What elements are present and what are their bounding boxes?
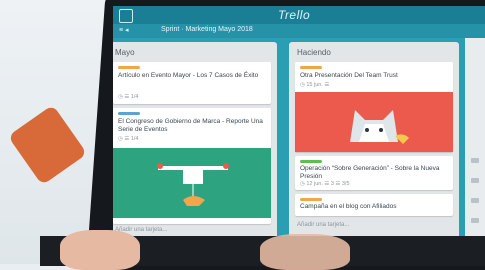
card-label [300,160,322,163]
card-title: El Congreso de Gobierno de Marca - Repor… [118,118,263,133]
app-logo: Trello [278,8,311,22]
card[interactable]: Artículo en Evento Mayor - Los 7 Casos d… [113,62,271,104]
card-title: Operación “Sobre Generación” - Sobre la … [300,165,440,180]
card-meta: ◷ ☰ 1/4 [118,136,139,142]
board-menu-strip [465,38,485,246]
list-haciendo: Haciendo Otra Presentación Del Team Trus… [289,42,459,242]
card[interactable]: Operación “Sobre Generación” - Sobre la … [295,156,453,190]
card-label [300,198,322,201]
hand-left [60,230,140,270]
card[interactable]: Campaña en el blog con Afiliados [295,194,453,216]
list-title[interactable]: Mayo [115,48,135,57]
card-label [118,112,140,115]
boards-menu-icon[interactable] [119,9,133,23]
card-title: Artículo en Evento Mayor - Los 7 Casos d… [118,72,259,79]
top-bar: Trello [113,6,485,24]
card-cover-image [295,92,453,152]
list-title[interactable]: Haciendo [297,48,331,57]
board-header: ≡ ◂ Sprint · Marketing Mayo 2018 [113,24,485,38]
card-title: Otra Presentación Del Team Trust [300,72,398,79]
add-card-link[interactable]: Añadir una tarjeta... [297,222,349,228]
card-label [300,66,322,69]
card-cover-image [113,148,271,218]
card[interactable]: Otra Presentación Del Team Trust ◷ 15 ju… [295,62,453,152]
card[interactable]: El Congreso de Gobierno de Marca - Repor… [113,108,271,224]
list-mayo: Mayo Artículo en Evento Mayor - Los 7 Ca… [113,42,277,242]
menu-icon[interactable] [471,158,479,163]
card-meta: ◷ 15 jun. ☰ [300,82,330,88]
card-label [118,66,140,69]
husky-illustration [350,110,409,144]
card-title: Campaña en el blog con Afiliados [300,203,397,210]
hand-right [260,234,350,270]
card-meta: ◷ 12 jun. ☰ 3 ☰ 3/5 [300,181,350,187]
menu-icon[interactable] [471,178,479,183]
trello-screen: Trello ≡ ◂ Sprint · Marketing Mayo 2018 … [113,6,485,246]
menu-icon[interactable] [471,198,479,203]
drone-illustration [157,163,229,206]
menu-icon[interactable] [471,218,479,223]
breadcrumb[interactable]: Sprint · Marketing Mayo 2018 [161,26,253,33]
card-meta: ◷ ☰ 1/4 [118,94,139,100]
home-icon[interactable]: ≡ ◂ [119,26,129,34]
